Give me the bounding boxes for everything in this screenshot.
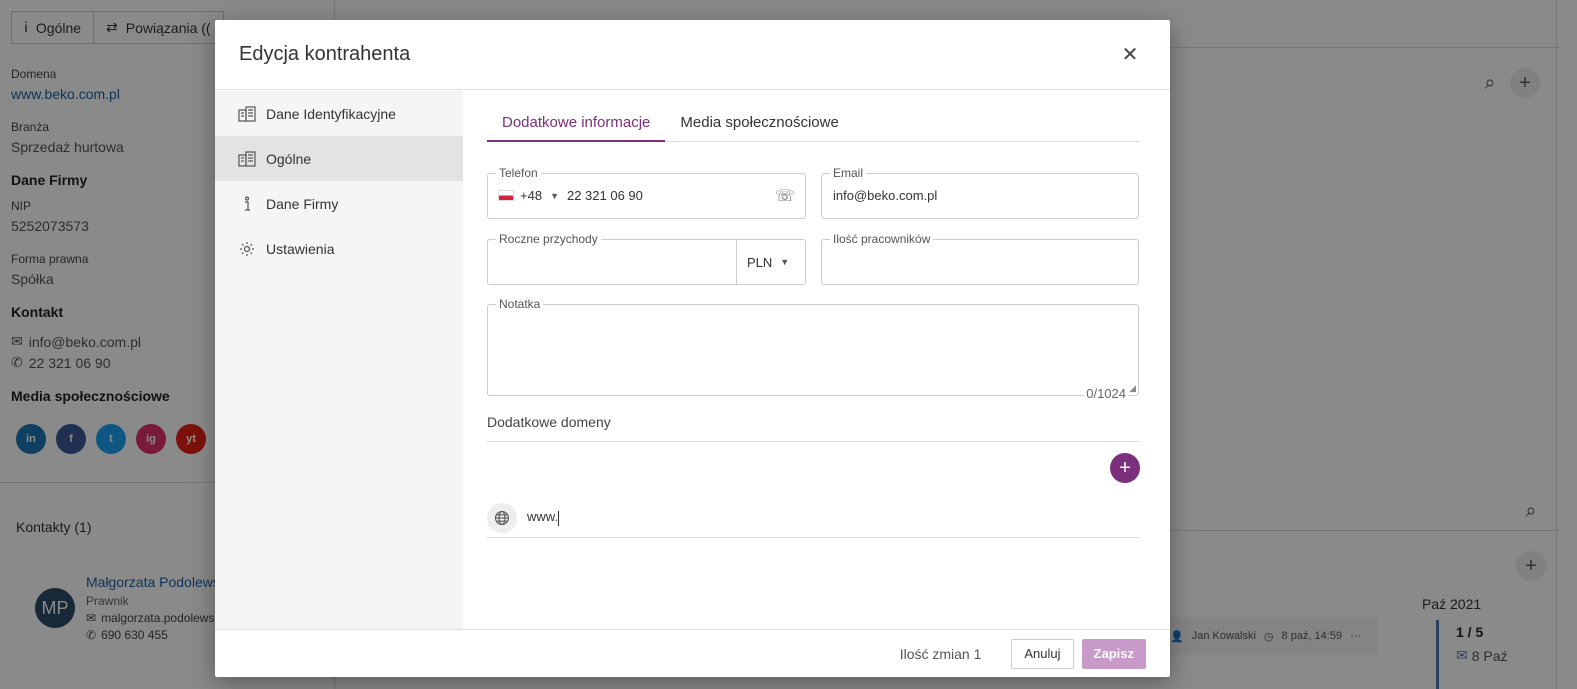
gear-icon	[238, 240, 256, 258]
nav-item-identification[interactable]: Dane Identyfikacyjne	[215, 91, 463, 136]
globe-icon	[487, 502, 517, 533]
info-icon	[238, 195, 256, 213]
modal-title: Edycja kontrahenta	[239, 43, 411, 65]
chevron-down-icon[interactable]: ▼	[550, 191, 559, 201]
add-domain-button[interactable]: +	[1110, 453, 1140, 483]
note-label: Notatka	[496, 297, 544, 311]
currency-select[interactable]: PLN ▼	[736, 240, 805, 284]
building-icon	[238, 150, 256, 168]
email-input[interactable]: info@beko.com.pl	[833, 188, 937, 203]
employees-label: Ilość pracowników	[830, 232, 934, 246]
text-cursor	[558, 510, 560, 526]
email-field[interactable]: Email info@beko.com.pl	[821, 166, 1139, 219]
domain-row: www.	[487, 498, 1140, 538]
section-divider	[487, 441, 1140, 442]
phone-prefix[interactable]: +48	[520, 188, 542, 203]
additional-domains-label: Dodatkowe domeny	[487, 414, 611, 430]
employees-field[interactable]: Ilość pracowników	[821, 232, 1139, 285]
phone-icon: ☏	[774, 188, 795, 205]
note-field[interactable]: Notatka 0/1024 ◢	[487, 297, 1139, 401]
content-tabs: Dodatkowe informacje Media społecznościo…	[487, 91, 1140, 142]
phone-value[interactable]: 22 321 06 90	[567, 188, 643, 203]
annual-revenue-field[interactable]: Roczne przychody PLN ▼	[487, 232, 806, 285]
phone-input-row: +48 ▼ 22 321 06 90	[498, 188, 643, 203]
changes-count: Ilość zmian 1	[899, 645, 982, 662]
annual-revenue-label: Roczne przychody	[496, 232, 601, 246]
building-icon	[238, 105, 256, 123]
poland-flag-icon[interactable]	[498, 190, 514, 201]
modal-header: Edycja kontrahenta ✕	[215, 20, 1170, 90]
modal-body: Dane Identyfikacyjne Ogólne Dane Firmy U…	[215, 91, 1170, 629]
nav-item-settings[interactable]: Ustawienia	[215, 226, 463, 271]
cancel-button[interactable]: Anuluj	[1011, 638, 1074, 669]
nav-item-general[interactable]: Ogólne	[215, 136, 463, 181]
resize-handle-icon[interactable]: ◢	[1129, 383, 1136, 394]
modal-side-nav: Dane Identyfikacyjne Ogólne Dane Firmy U…	[215, 91, 463, 629]
phone-label: Telefon	[496, 166, 541, 180]
modal-footer: Ilość zmian 1 Anuluj Zapisz	[215, 629, 1170, 677]
phone-field[interactable]: Telefon +48 ▼ 22 321 06 90 ☏	[487, 166, 806, 219]
note-char-counter: 0/1024	[1084, 386, 1128, 401]
tab-social-media[interactable]: Media społecznościowe	[665, 91, 853, 142]
tab-additional-info[interactable]: Dodatkowe informacje	[487, 91, 666, 142]
nav-item-company-data[interactable]: Dane Firmy	[215, 181, 463, 226]
close-icon[interactable]: ✕	[1118, 43, 1142, 67]
domain-input[interactable]: www.	[527, 509, 560, 526]
email-label: Email	[830, 166, 867, 180]
edit-contractor-modal: Edycja kontrahenta ✕ Dane Identyfikacyjn…	[215, 20, 1170, 677]
chevron-down-icon: ▼	[780, 257, 790, 267]
modal-content: Dodatkowe informacje Media społecznościo…	[463, 91, 1170, 629]
save-button[interactable]: Zapisz	[1081, 638, 1146, 669]
